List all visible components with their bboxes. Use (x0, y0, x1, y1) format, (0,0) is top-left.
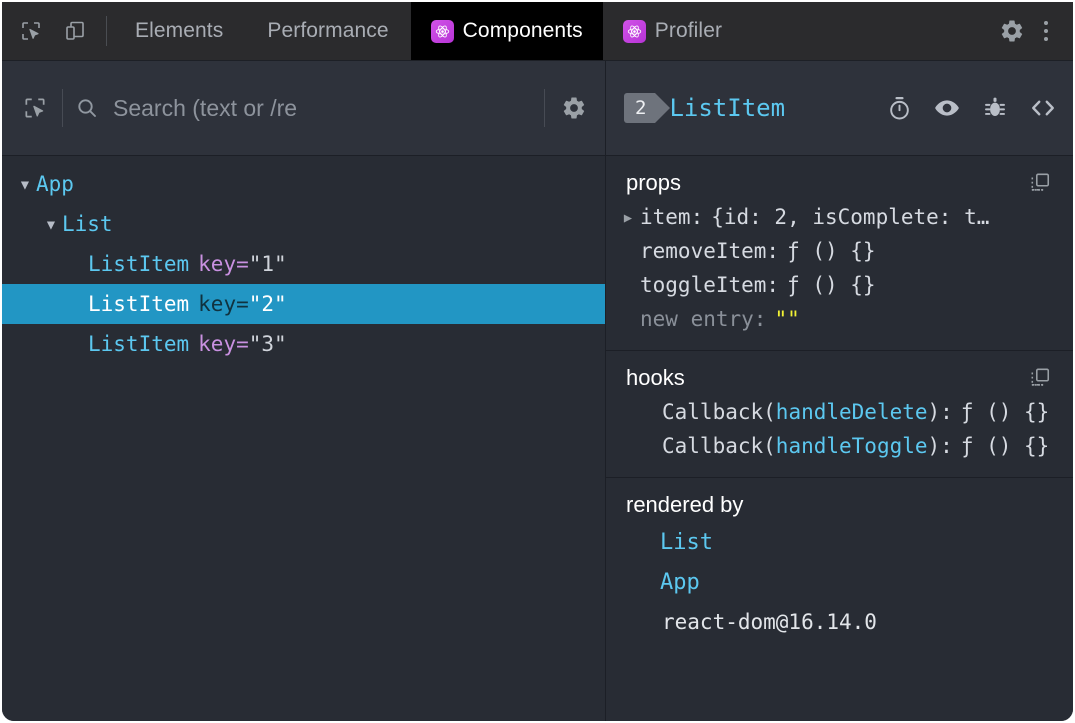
tree-row[interactable]: ▾ ListItem key= "3" (2, 324, 605, 364)
prop-name: toggleItem: (640, 273, 780, 297)
tree-key-value: "3" (248, 332, 287, 356)
tree-key-value: "1" (248, 252, 287, 276)
tab-profiler-label: Profiler (654, 19, 723, 42)
tree-key-label: key= (198, 332, 249, 356)
tree-component-name: ListItem (88, 292, 190, 316)
rendered-by-owner[interactable]: List (616, 522, 1059, 562)
props-section-title: props (626, 170, 682, 195)
hooks-section: hooks ▸ Callback( handleDelete (606, 351, 1073, 478)
react-logo-icon (430, 19, 454, 43)
chevron-down-icon[interactable]: ▾ (14, 172, 36, 196)
tree-key-value: "2" (248, 292, 287, 316)
tab-bar-divider (106, 16, 107, 46)
tree-row[interactable]: ▾ List (2, 204, 605, 244)
more-options-icon[interactable] (1031, 16, 1061, 46)
hook-suffix: ): (927, 400, 953, 424)
rendered-by-section: rendered by List App react-dom@16.14.0 (606, 478, 1073, 656)
tab-bar-tool-icons (2, 2, 100, 60)
tree-component-name: ListItem (88, 332, 190, 356)
device-toolbar-icon[interactable] (60, 16, 90, 46)
hook-function-name: handleToggle (775, 434, 928, 458)
react-devtools-window: Elements Performance Components Profiler… (0, 0, 1075, 723)
hook-prefix: Callback( (662, 400, 776, 424)
tree-row[interactable]: ▾ ListItem key= "1" (2, 244, 605, 284)
search-bar-divider-right (544, 89, 545, 127)
hook-suffix: ): (927, 434, 953, 458)
component-inspector-panel: 2 ListItem props ▸ item: {id: 2, isCompl… (606, 61, 1073, 721)
pick-element-icon[interactable] (20, 93, 50, 123)
copy-icon[interactable] (1027, 170, 1053, 196)
tab-components-label: Components (462, 19, 583, 42)
search-bar-divider (62, 89, 63, 127)
bug-icon[interactable] (979, 92, 1011, 124)
tree-component-name: ListItem (88, 252, 190, 276)
hooks-section-title: hooks (626, 365, 685, 390)
hook-function-name: handleDelete (775, 400, 928, 424)
inspector-sections: props ▸ item: {id: 2, isComplete: t… rem… (606, 156, 1073, 721)
prop-value: ƒ () {} (787, 273, 876, 297)
tab-performance[interactable]: Performance (245, 2, 410, 60)
new-prop-entry-row[interactable]: ▸ new entry: "" (616, 302, 1059, 336)
tab-elements[interactable]: Elements (113, 2, 245, 60)
search-bar (2, 61, 605, 156)
stopwatch-icon[interactable] (883, 92, 915, 124)
inspect-element-icon[interactable] (16, 16, 46, 46)
tree-component-name: App (36, 172, 74, 196)
rendered-by-renderer: react-dom@16.14.0 (616, 602, 1059, 642)
code-icon[interactable] (1027, 92, 1059, 124)
inspector-actions (883, 92, 1059, 124)
prop-value: {id: 2, isComplete: t… (711, 205, 990, 229)
renderer-version-label: react-dom@16.14.0 (662, 610, 877, 634)
rendered-by-owner-label: App (660, 569, 700, 595)
chevron-right-icon[interactable]: ▸ (616, 205, 640, 229)
tree-row-selected[interactable]: ▾ ListItem key= "2" (2, 284, 605, 324)
inspector-header: 2 ListItem (606, 61, 1073, 156)
tree-row[interactable]: ▾ App (2, 164, 605, 204)
rendered-by-owner-label: List (660, 529, 713, 555)
prop-row[interactable]: ▸ toggleItem: ƒ () {} (616, 268, 1059, 302)
prop-row[interactable]: ▸ item: {id: 2, isComplete: t… (616, 200, 1059, 234)
components-tree-panel: ▾ App ▾ List ▾ ListItem key= "1" ▾ (2, 61, 606, 721)
rendered-by-owner[interactable]: App (616, 562, 1059, 602)
props-section-header: props (616, 170, 1059, 200)
hook-row[interactable]: ▸ Callback( handleToggle ): ƒ () {} (616, 429, 1059, 463)
eye-icon[interactable] (931, 92, 963, 124)
hook-value: ƒ () {} (960, 400, 1050, 424)
tab-performance-label: Performance (267, 19, 389, 42)
react-logo-icon (622, 19, 646, 43)
devtools-tab-bar: Elements Performance Components Profiler (2, 2, 1073, 61)
inspected-component-name: ListItem (669, 94, 786, 122)
rendered-by-header: rendered by (616, 492, 1059, 522)
hooks-section-header: hooks (616, 365, 1059, 395)
element-index-badge: 2 (624, 93, 672, 123)
prop-name: removeItem: (640, 239, 780, 263)
prop-name: item: (640, 205, 704, 229)
gear-icon[interactable] (557, 91, 591, 125)
gear-icon[interactable] (997, 16, 1027, 46)
devtools-body: ▾ App ▾ List ▾ ListItem key= "1" ▾ (2, 61, 1073, 721)
tree-key-label: key= (198, 292, 249, 316)
tab-bar-right-controls (972, 2, 1073, 60)
rendered-by-title: rendered by (626, 492, 744, 517)
new-entry-label: new entry: (640, 307, 767, 331)
component-tree[interactable]: ▾ App ▾ List ▾ ListItem key= "1" ▾ (2, 156, 605, 721)
hook-row[interactable]: ▸ Callback( handleDelete ): ƒ () {} (616, 395, 1059, 429)
props-section: props ▸ item: {id: 2, isComplete: t… rem… (606, 156, 1073, 351)
tab-elements-label: Elements (135, 19, 224, 42)
tab-components[interactable]: Components (410, 2, 603, 60)
tab-profiler[interactable]: Profiler (603, 2, 742, 60)
chevron-down-icon[interactable]: ▾ (40, 212, 62, 236)
new-entry-value[interactable]: "" (766, 307, 799, 331)
copy-icon[interactable] (1027, 365, 1053, 391)
prop-row[interactable]: ▸ removeItem: ƒ () {} (616, 234, 1059, 268)
hook-value: ƒ () {} (960, 434, 1050, 458)
hook-prefix: Callback( (662, 434, 776, 458)
tree-component-name: List (62, 212, 113, 236)
search-icon (75, 96, 99, 120)
prop-value: ƒ () {} (787, 239, 876, 263)
tree-key-label: key= (198, 252, 249, 276)
search-input[interactable] (99, 94, 532, 122)
